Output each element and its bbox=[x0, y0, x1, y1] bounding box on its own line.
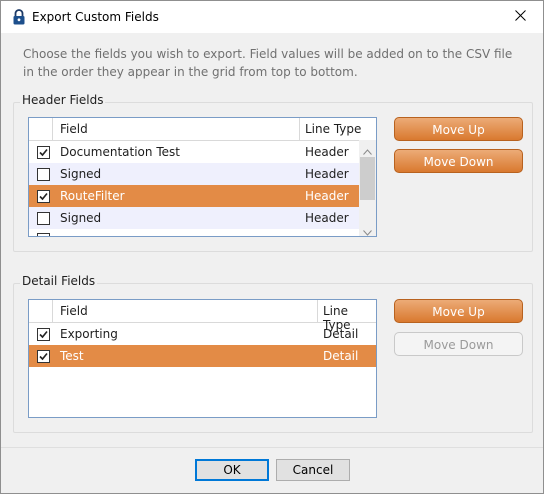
column-header-field[interactable]: Field bbox=[60, 122, 88, 136]
scroll-up-icon[interactable] bbox=[363, 144, 372, 158]
title-bar: Export Custom Fields bbox=[1, 1, 543, 33]
cancel-button[interactable]: Cancel bbox=[276, 459, 350, 481]
field-cell: Exporting bbox=[60, 327, 118, 341]
partial-row bbox=[29, 229, 359, 236]
footer-divider bbox=[1, 447, 543, 448]
line-type-cell: Header bbox=[305, 167, 349, 181]
table-row[interactable]: Documentation Test Header bbox=[29, 141, 359, 163]
table-row[interactable]: Exporting Detail bbox=[29, 323, 376, 345]
detail-fields-grid[interactable]: Field Line Type Exporting Detail Test Detai… bbox=[28, 299, 377, 418]
table-row[interactable]: Signed Header bbox=[29, 207, 359, 229]
grid-header: Field Line Type bbox=[29, 118, 376, 141]
header-fields-group: Header Fields Field Line Type Documentat… bbox=[13, 93, 533, 252]
instructions-text: Choose the fields you wish to export. Fi… bbox=[23, 47, 513, 79]
line-type-cell: Header bbox=[305, 189, 349, 203]
row-checkbox[interactable] bbox=[37, 233, 50, 236]
header-fields-grid[interactable]: Field Line Type Documentation Test Header… bbox=[28, 117, 377, 237]
row-checkbox[interactable] bbox=[37, 350, 50, 363]
table-row[interactable]: Test Detail bbox=[29, 345, 376, 367]
header-grid-scrollbar[interactable] bbox=[359, 140, 376, 236]
window-title: Export Custom Fields bbox=[32, 10, 159, 24]
line-type-cell: Header bbox=[305, 211, 349, 225]
detail-fields-label: Detail Fields bbox=[20, 274, 98, 288]
lock-icon bbox=[12, 9, 26, 25]
detail-fields-group: Detail Fields Field Line Type Exporting D… bbox=[13, 274, 533, 433]
detail-move-up-button[interactable]: Move Up bbox=[394, 299, 523, 323]
export-custom-fields-dialog: Export Custom Fields Choose the fields y… bbox=[0, 0, 544, 494]
field-cell: Documentation Test bbox=[60, 145, 180, 159]
header-fields-label: Header Fields bbox=[20, 93, 106, 107]
row-checkbox[interactable] bbox=[37, 328, 50, 341]
ok-button[interactable]: OK bbox=[195, 459, 269, 481]
row-checkbox[interactable] bbox=[37, 146, 50, 159]
line-type-cell: Detail bbox=[323, 327, 359, 341]
line-type-cell: Header bbox=[305, 145, 349, 159]
field-cell: RouteFilter bbox=[60, 189, 125, 203]
column-header-field[interactable]: Field bbox=[60, 304, 88, 318]
table-row[interactable]: Signed Header bbox=[29, 163, 359, 185]
detail-move-down-button[interactable]: Move Down bbox=[394, 332, 523, 356]
row-checkbox[interactable] bbox=[37, 168, 50, 181]
close-icon bbox=[514, 10, 526, 24]
row-checkbox[interactable] bbox=[37, 212, 50, 225]
field-cell: Test bbox=[60, 349, 84, 363]
header-move-up-button[interactable]: Move Up bbox=[394, 117, 523, 141]
field-cell: Signed bbox=[60, 167, 102, 181]
close-button[interactable] bbox=[497, 1, 543, 33]
grid-header: Field Line Type bbox=[29, 300, 376, 332]
scroll-down-icon[interactable] bbox=[363, 225, 372, 236]
column-header-line-type[interactable]: Line Type bbox=[305, 122, 361, 136]
header-move-down-button[interactable]: Move Down bbox=[394, 149, 523, 173]
row-checkbox[interactable] bbox=[37, 190, 50, 203]
field-cell: Signed bbox=[60, 211, 102, 225]
table-row[interactable]: RouteFilter Header bbox=[29, 185, 359, 207]
line-type-cell: Detail bbox=[323, 349, 359, 363]
scroll-thumb[interactable] bbox=[360, 157, 375, 200]
